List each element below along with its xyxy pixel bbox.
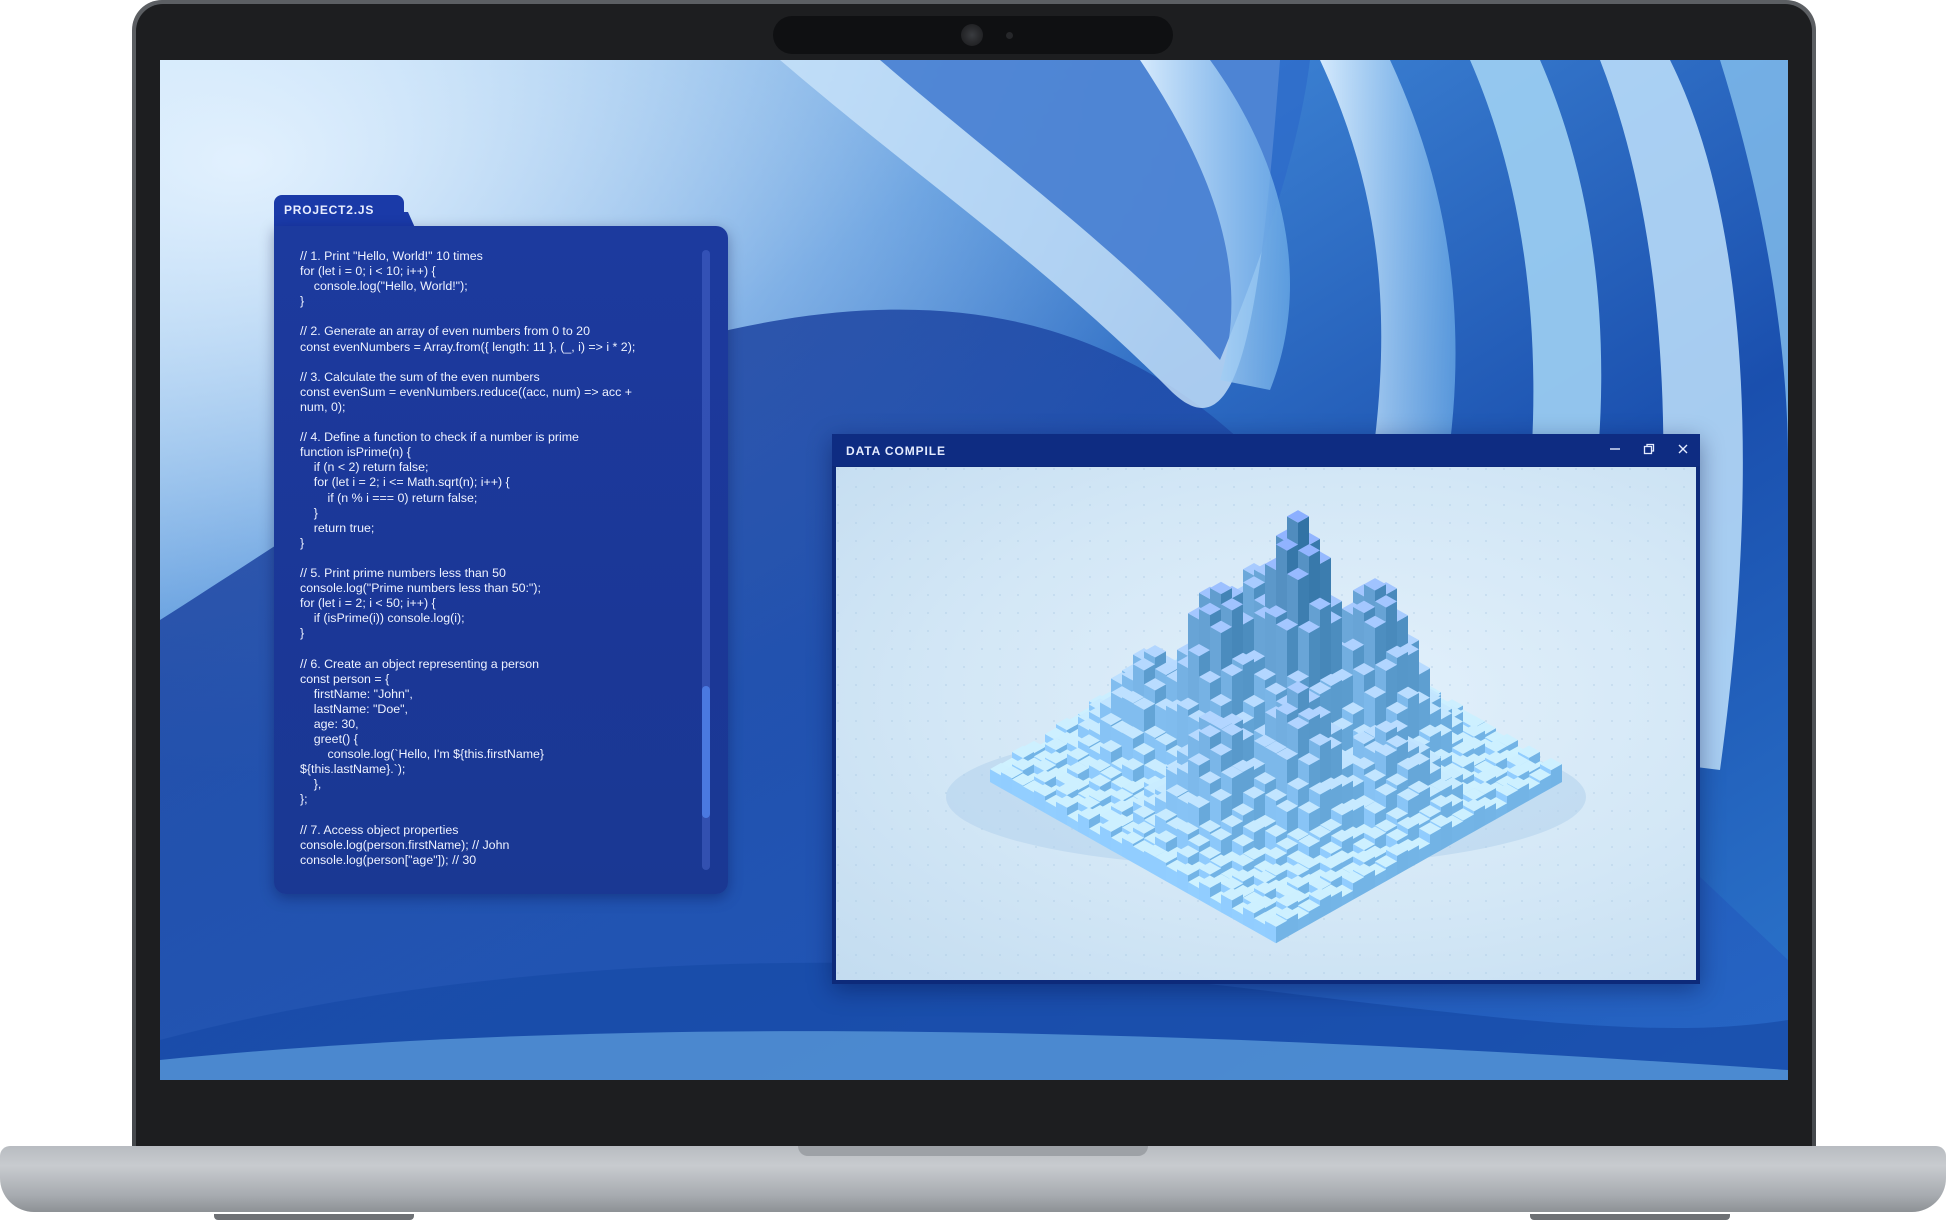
- code-line: console.log("Prime numbers less than 50:…: [300, 581, 541, 596]
- editor-scrollbar-thumb[interactable]: [702, 686, 710, 818]
- code-line: const person = {: [300, 671, 390, 686]
- code-line: // 7. Access object properties: [300, 822, 459, 837]
- 3d-terrain-visualization: [836, 467, 1696, 980]
- code-line: if (n % i === 0) return false;: [300, 490, 478, 505]
- code-line: }: [300, 626, 305, 641]
- code-line: console.log(`Hello, I'm ${this.firstName…: [300, 747, 545, 762]
- rubber-foot-right: [1530, 1214, 1730, 1220]
- code-line: },: [300, 777, 322, 792]
- close-icon: [1678, 444, 1688, 454]
- hinge-notch: [798, 1146, 1148, 1156]
- code-line: // 3. Calculate the sum of the even numb…: [300, 369, 540, 384]
- code-line: age: 30,: [300, 716, 359, 731]
- code-line: num, 0);: [300, 399, 346, 414]
- code-line: }: [300, 294, 305, 309]
- code-line: // 2. Generate an array of even numbers …: [300, 324, 590, 339]
- code-line: firstName: "John",: [300, 686, 413, 701]
- code-line: for (let i = 0; i < 10; i++) {: [300, 264, 436, 279]
- code-line: // 4. Define a function to check if a nu…: [300, 430, 579, 445]
- code-line: console.log(person["age"]); // 30: [300, 852, 477, 867]
- code-line: // 5. Print prime numbers less than 50: [300, 565, 506, 580]
- rubber-foot-left: [214, 1214, 414, 1220]
- code-line: };: [300, 792, 308, 807]
- visualization-canvas[interactable]: [836, 467, 1696, 980]
- code-editor-content[interactable]: // 1. Print "Hello, World!" 10 times for …: [300, 249, 700, 868]
- code-line: }: [300, 505, 318, 520]
- webcam-icon: [961, 24, 983, 46]
- editor-tab-label: PROJECT2.JS: [284, 203, 375, 217]
- webcam-indicator: [1006, 32, 1013, 39]
- code-line: const evenNumbers = Array.from({ length:…: [300, 339, 636, 354]
- code-line: ${this.lastName}.`);: [300, 762, 406, 777]
- code-line: }: [300, 535, 305, 550]
- minimize-icon: [1610, 448, 1620, 450]
- minimize-button[interactable]: [1604, 440, 1626, 460]
- code-line: lastName: "Doe",: [300, 701, 408, 716]
- code-line: const evenSum = evenNumbers.reduce((acc,…: [300, 384, 632, 399]
- code-line: if (isPrime(i)) console.log(i);: [300, 611, 465, 626]
- code-line: for (let i = 2; i <= Math.sqrt(n); i++) …: [300, 475, 510, 490]
- code-line: for (let i = 2; i < 50; i++) {: [300, 596, 436, 611]
- restore-button[interactable]: [1638, 440, 1660, 460]
- restore-icon: [1643, 443, 1655, 455]
- desktop-screen: PROJECT2.JS // 1. Print "Hello, World!" …: [160, 60, 1788, 1080]
- code-line: return true;: [300, 520, 375, 535]
- code-line: console.log(person.firstName); // John: [300, 837, 510, 852]
- code-line: console.log("Hello, World!");: [300, 279, 468, 294]
- data-compile-window[interactable]: DATA COMPILE: [832, 434, 1700, 984]
- code-line: greet() {: [300, 732, 358, 746]
- code-line: function isPrime(n) {: [300, 445, 411, 460]
- code-line: // 6. Create an object representing a pe…: [300, 656, 540, 671]
- code-line: // 1. Print "Hello, World!" 10 times: [300, 249, 483, 263]
- close-button[interactable]: [1672, 440, 1694, 460]
- window-titlebar[interactable]: DATA COMPILE: [832, 434, 1700, 466]
- window-title: DATA COMPILE: [846, 444, 946, 458]
- code-line: if (n < 2) return false;: [300, 460, 429, 475]
